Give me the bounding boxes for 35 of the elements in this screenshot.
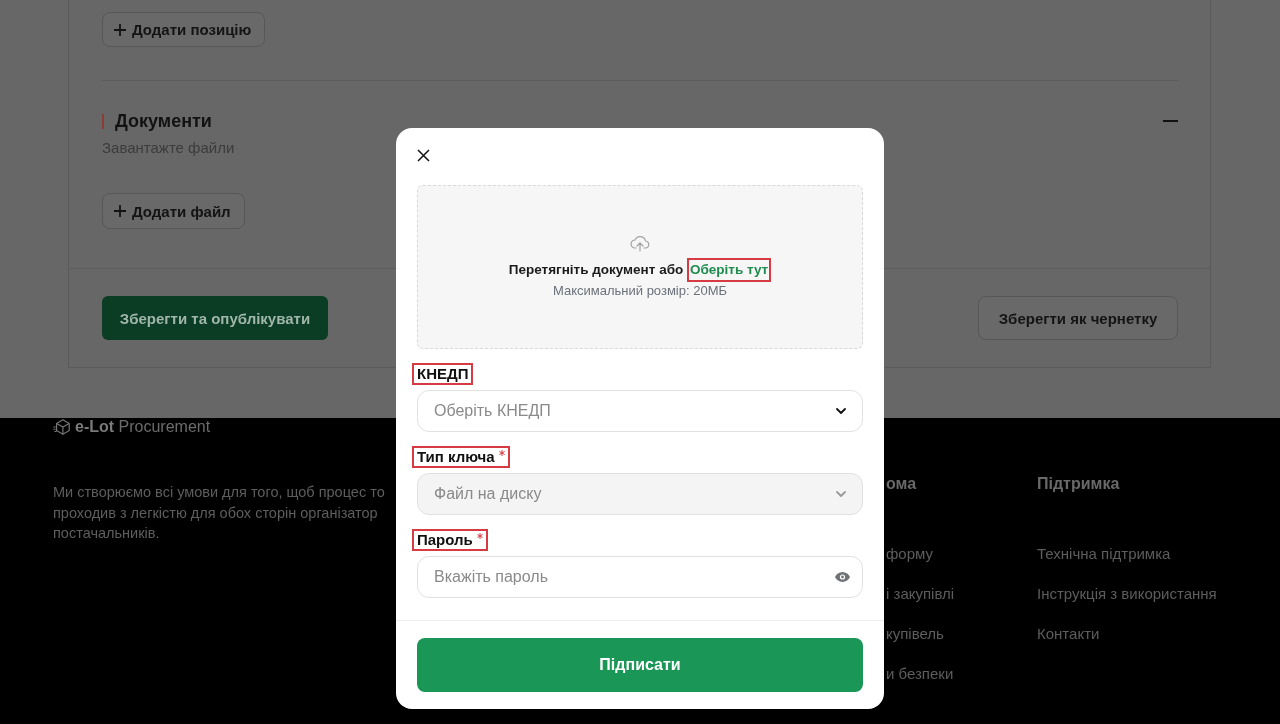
close-icon (417, 149, 430, 162)
footer-heading: ома (886, 474, 917, 494)
section-title: Документи (115, 110, 212, 132)
footer-link[interactable]: Контакти (1037, 624, 1100, 644)
plus-icon (114, 23, 126, 36)
eye-icon[interactable] (835, 572, 850, 582)
sign-button[interactable]: Підписати (417, 638, 863, 692)
plus-icon (114, 205, 126, 217)
chevron-down-icon (836, 491, 846, 497)
save-draft-button[interactable]: Зберегти як чернетку (978, 296, 1178, 340)
footer-link[interactable]: Інструкція з використання (1037, 584, 1217, 604)
footer-description: Ми створюємо всі умови для того, щоб процес то проходив з легкістю для обох сторін організатор постачальників. (53, 483, 385, 543)
upload-hint: Максимальний розмір: 20МБ (553, 283, 727, 299)
upload-dropzone[interactable]: Перетягніть документ або Оберіть тут Максимальний розмір: 20МБ (417, 185, 863, 349)
upload-prompt: Перетягніть документ або Оберіть тут (508, 258, 772, 282)
choose-file-link[interactable]: Оберіть тут (687, 258, 772, 282)
field-label: КНЕДП (417, 365, 469, 383)
footer-heading: Підтримка (1037, 474, 1120, 494)
field-label: Тип ключа (417, 448, 495, 466)
publish-button[interactable]: Зберегти та опублікувати (102, 296, 328, 340)
add-file-button[interactable]: Додати файл (102, 193, 245, 229)
close-button[interactable] (417, 149, 430, 162)
select-field[interactable]: Оберіть КНЕДП (417, 390, 863, 432)
cloud-upload-icon (630, 235, 650, 252)
footer-link[interactable]: і закупівлі (886, 584, 955, 604)
add-item-button[interactable]: Додати позицію (102, 12, 266, 47)
field-label: Пароль (417, 531, 473, 549)
footer-link[interactable]: Технічна підтримка (1037, 544, 1171, 564)
footer-link[interactable]: форму (886, 544, 933, 564)
password-field[interactable]: Вкажіть пароль (417, 556, 863, 598)
footer-link[interactable]: купівель (886, 624, 944, 644)
chevron-down-icon (836, 408, 846, 414)
brand-name: e-Lot Procurement (75, 418, 211, 435)
footer-link[interactable]: и безпеки (886, 664, 954, 684)
cube-logo-icon (53, 417, 71, 436)
